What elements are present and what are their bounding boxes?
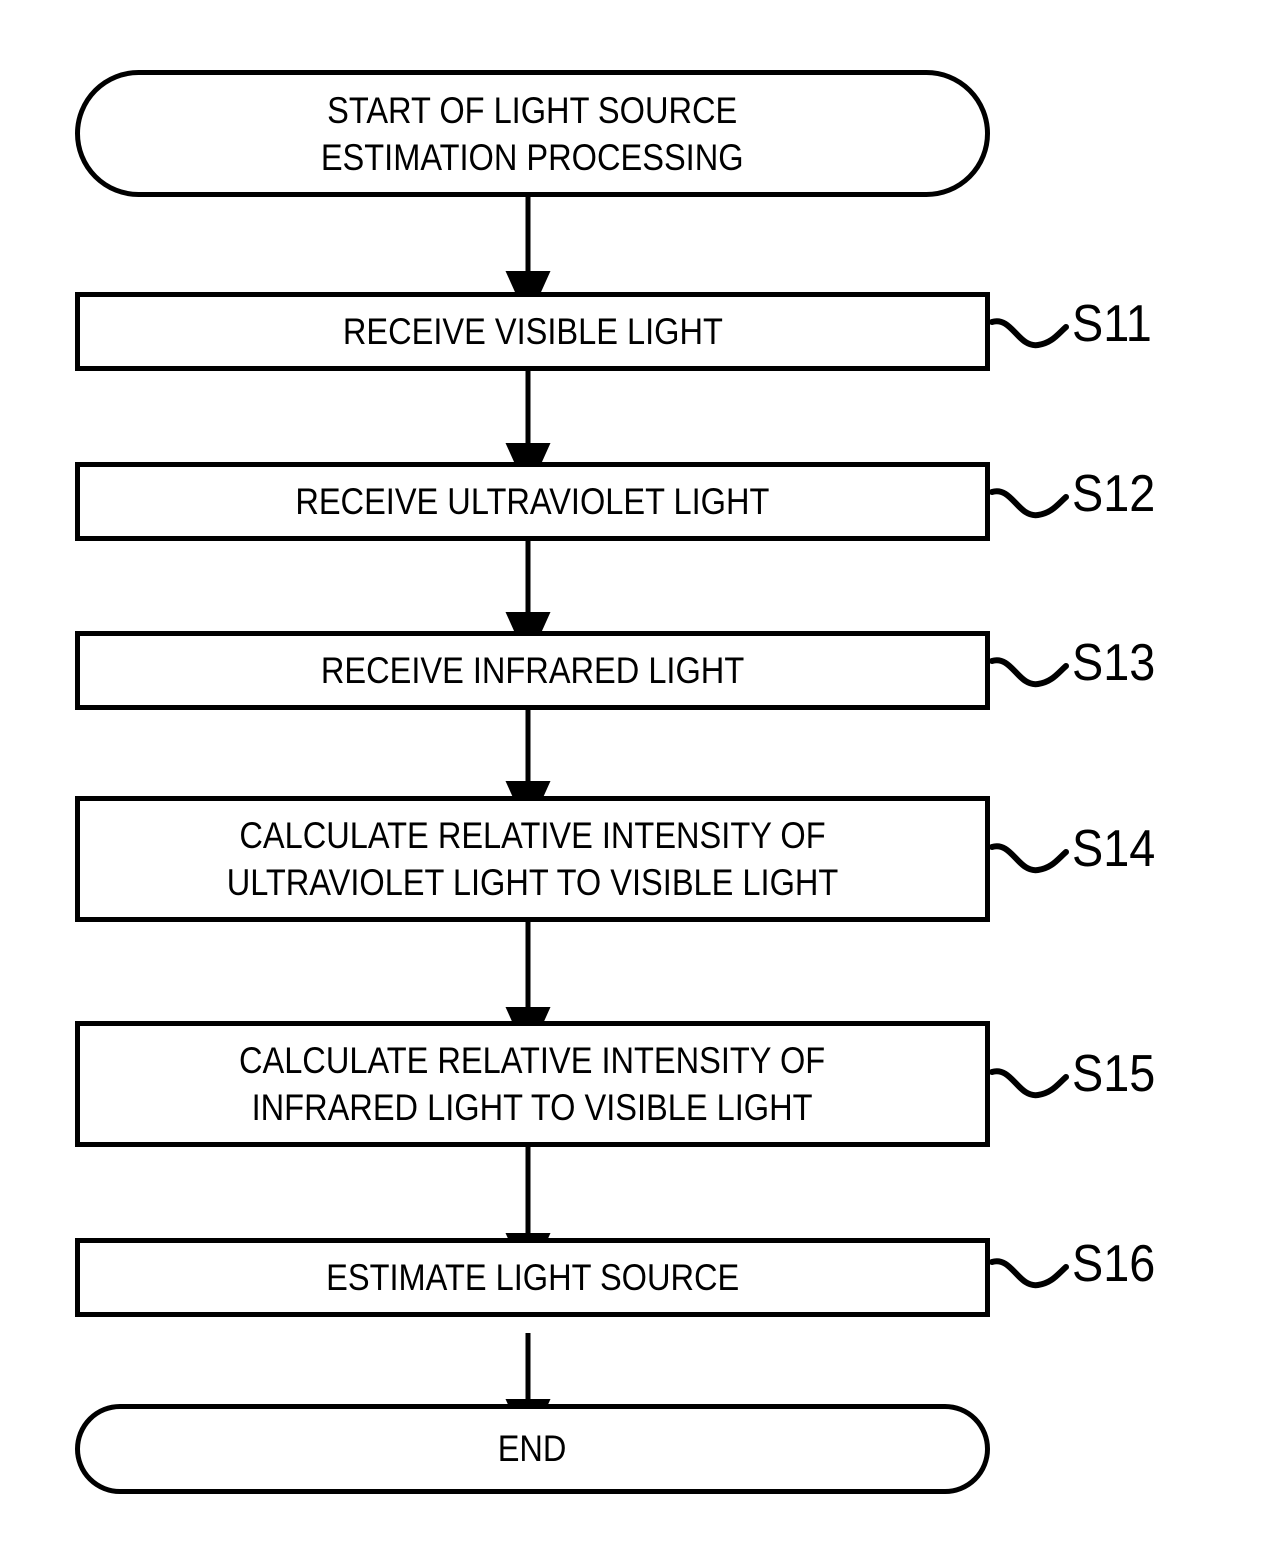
step-label-s15: S15 [1072,1045,1156,1103]
step-label-s14: S14 [1072,820,1156,878]
node-s16-label: ESTIMATE LIGHT SOURCE [325,1256,740,1298]
node-s13: RECEIVE INFRARED LIGHT [75,631,990,710]
node-s14: CALCULATE RELATIVE INTENSITY OF ULTRAVIO… [75,796,990,922]
leader-line-s15 [989,1068,1069,1099]
leader-line-s14 [989,843,1069,874]
node-start: START OF LIGHT SOURCE ESTIMATION PROCESS… [75,70,990,197]
node-start-label: START OF LIGHT SOURCE ESTIMATION PROCESS… [321,89,744,178]
node-s15-label: CALCULATE RELATIVE INTENSITY OF INFRARED… [239,1040,826,1128]
step-label-s11: S11 [1072,295,1152,353]
leader-line-s12 [989,488,1069,519]
leader-line-s13 [989,657,1069,688]
node-end: END [75,1404,990,1494]
node-s16: ESTIMATE LIGHT SOURCE [75,1238,990,1317]
step-label-s12: S12 [1072,465,1156,523]
node-s11-label: RECEIVE VISIBLE LIGHT [342,310,723,352]
flowchart-canvas: START OF LIGHT SOURCE ESTIMATION PROCESS… [0,0,1261,1561]
node-s11: RECEIVE VISIBLE LIGHT [75,292,990,371]
step-label-s13: S13 [1072,634,1156,692]
node-end-label: END [498,1428,567,1469]
node-s14-label: CALCULATE RELATIVE INTENSITY OF ULTRAVIO… [226,815,839,903]
step-label-s16: S16 [1072,1235,1156,1293]
leader-line-s11 [989,318,1069,349]
connector-layer [505,196,1069,1449]
leader-line-s16 [989,1258,1069,1289]
node-s13-label: RECEIVE INFRARED LIGHT [320,649,745,691]
node-s12: RECEIVE ULTRAVIOLET LIGHT [75,462,990,541]
node-s15: CALCULATE RELATIVE INTENSITY OF INFRARED… [75,1021,990,1147]
node-s12-label: RECEIVE ULTRAVIOLET LIGHT [295,480,770,522]
